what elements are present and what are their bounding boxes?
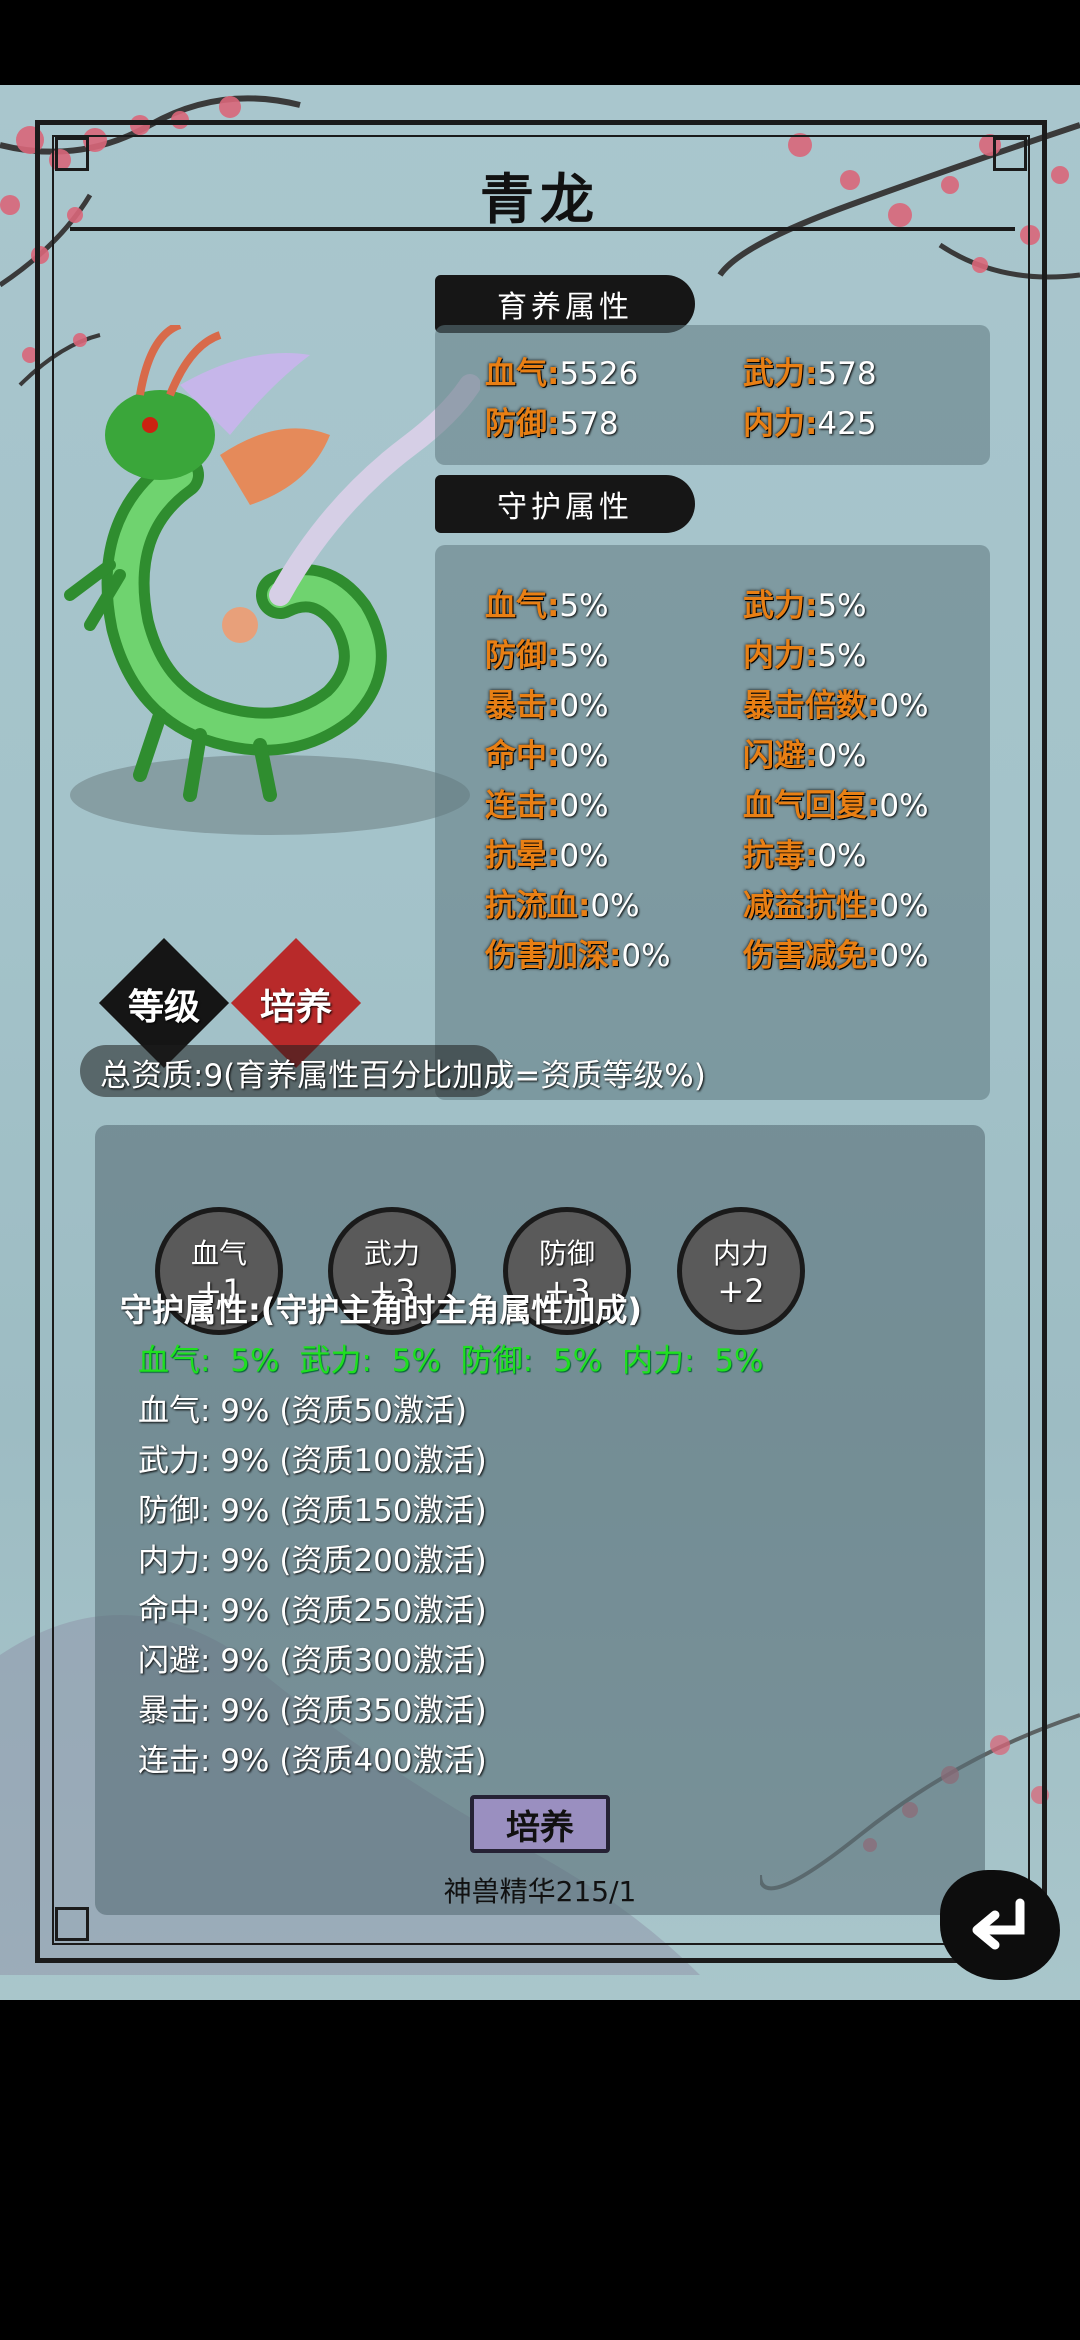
nurture-stat: 内力:425 [743,406,877,442]
guard-stat: 伤害加深:0% [485,938,671,974]
guard-stat: 抗毒:0% [743,838,867,874]
dragon-illustration [64,325,480,835]
bonus-name: 血气 [190,1237,247,1270]
guard-stat: 命中:0% [485,738,609,774]
nurture-stats-panel [435,325,990,465]
bonus-name: 防御 [538,1237,595,1270]
guard-stat: 防御:5% [485,638,609,674]
guard-stat: 抗流血:0% [485,888,640,924]
guard-info-title: 守护属性:(守护主角时主角属性加成) [120,1291,643,1329]
guard-stat: 暴击:0% [485,688,609,724]
tab-cultivate-label[interactable]: 培养 [236,978,356,1030]
nurture-stat: 防御:578 [485,406,619,442]
guard-unlock-row: 血气: 9% (资质50激活) [138,1393,467,1429]
guard-stat: 血气回复:0% [743,788,929,824]
guard-stat: 减益抗性:0% [743,888,929,924]
guard-unlock-row: 命中: 9% (资质250激活) [138,1593,487,1629]
aptitude-note: 总资质:9(育养属性百分比加成=资质等级%) [100,1058,706,1094]
back-arrow-icon [972,1898,1025,1950]
bonus-name: 内力 [712,1237,769,1270]
guard-unlock-row: 武力: 9% (资质100激活) [138,1443,487,1479]
guard-unlock-row: 暴击: 9% (资质350激活) [138,1693,487,1729]
guard-stat: 连击:0% [485,788,609,824]
nurture-stat: 武力:578 [743,356,877,392]
tab-level-label[interactable]: 等级 [104,978,224,1030]
beast-essence-count: 神兽精华215/1 [443,1875,637,1908]
title-divider [70,227,1015,231]
guard-active-bonus: 血气: 5% 武力: 5% 防御: 5% 内力: 5% [138,1343,764,1379]
guard-stat: 抗晕:0% [485,838,609,874]
bonus-circle-inner-power: 内力 +2 [677,1207,805,1335]
bonus-value: +2 [717,1272,765,1310]
guard-stat: 暴击倍数:0% [743,688,929,724]
guard-stat: 血气:5% [485,588,609,624]
nurture-stat: 血气:5526 [485,356,639,392]
frame-corner [55,1907,89,1941]
guard-unlock-row: 防御: 9% (资质150激活) [138,1493,487,1529]
guard-unlock-row: 连击: 9% (资质400激活) [138,1743,487,1779]
guard-unlock-row: 闪避: 9% (资质300激活) [138,1643,487,1679]
guard-stat: 闪避:0% [743,738,867,774]
bonus-name: 武力 [363,1237,420,1270]
screen: 青龙 育养属性 血气:5526 武力:578 防御:578 内力:425 守护属… [0,85,1080,2000]
cultivate-button[interactable]: 培养 [470,1795,610,1853]
guard-section-header: 守护属性 [435,475,695,533]
page-title: 青龙 [480,168,600,231]
guard-stat: 伤害减免:0% [743,938,929,974]
guard-stat: 武力:5% [743,588,867,624]
guard-unlock-row: 内力: 9% (资质200激活) [138,1543,487,1579]
guard-stat: 内力:5% [743,638,867,674]
